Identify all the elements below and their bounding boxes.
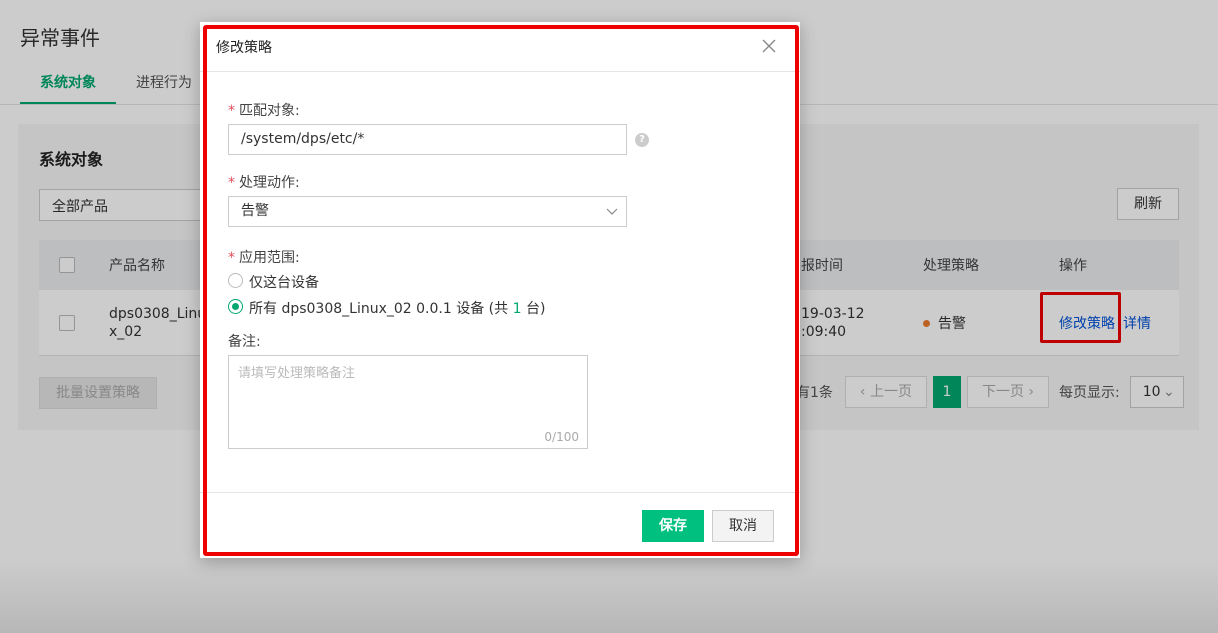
mask-fade: [0, 560, 1218, 633]
device-count: 1: [512, 301, 522, 317]
action-select[interactable]: 告警: [228, 196, 627, 227]
save-button[interactable]: 保存: [642, 510, 704, 542]
scope-all-devices-label[interactable]: 所有 dps0308_Linux_02 0.0.1 设备 (共 1 台): [249, 298, 545, 318]
note-textarea[interactable]: 请填写处理策略备注 0/100: [228, 355, 588, 449]
scope-this-device-radio[interactable]: [228, 273, 243, 288]
required-mark: *: [228, 250, 235, 266]
chevron-down-icon: [606, 208, 618, 215]
match-label: * 匹配对象:: [228, 100, 300, 120]
scope-all-suffix: 台): [521, 301, 546, 317]
scope-label: * 应用范围:: [228, 247, 300, 267]
modal-title: 修改策略: [216, 40, 272, 56]
action-label-text: 处理动作:: [239, 175, 300, 191]
action-label: * 处理动作:: [228, 172, 300, 192]
modal-header: 修改策略: [200, 22, 800, 72]
edit-policy-modal: 修改策略 * 匹配对象: /system/dps/etc/* ? * 处理动作: 告…: [200, 22, 800, 558]
note-placeholder: 请填写处理策略备注: [238, 366, 356, 381]
cancel-button[interactable]: 取消: [712, 510, 774, 542]
match-label-text: 匹配对象:: [239, 103, 300, 119]
scope-label-text: 应用范围:: [239, 250, 300, 266]
required-mark: *: [228, 175, 235, 191]
close-icon[interactable]: [760, 37, 778, 55]
scope-all-prefix: 所有 dps0308_Linux_02 0.0.1 设备 (共: [249, 301, 513, 317]
help-icon[interactable]: ?: [635, 133, 649, 147]
scope-all-devices-radio[interactable]: [228, 299, 243, 314]
note-char-counter: 0/100: [544, 430, 579, 444]
action-select-value: 告警: [241, 203, 269, 219]
footer-divider: [200, 492, 800, 493]
scope-this-device-label[interactable]: 仅这台设备: [249, 272, 319, 292]
match-object-input[interactable]: /system/dps/etc/*: [228, 124, 627, 155]
required-mark: *: [228, 103, 235, 119]
note-label: 备注:: [228, 334, 261, 350]
